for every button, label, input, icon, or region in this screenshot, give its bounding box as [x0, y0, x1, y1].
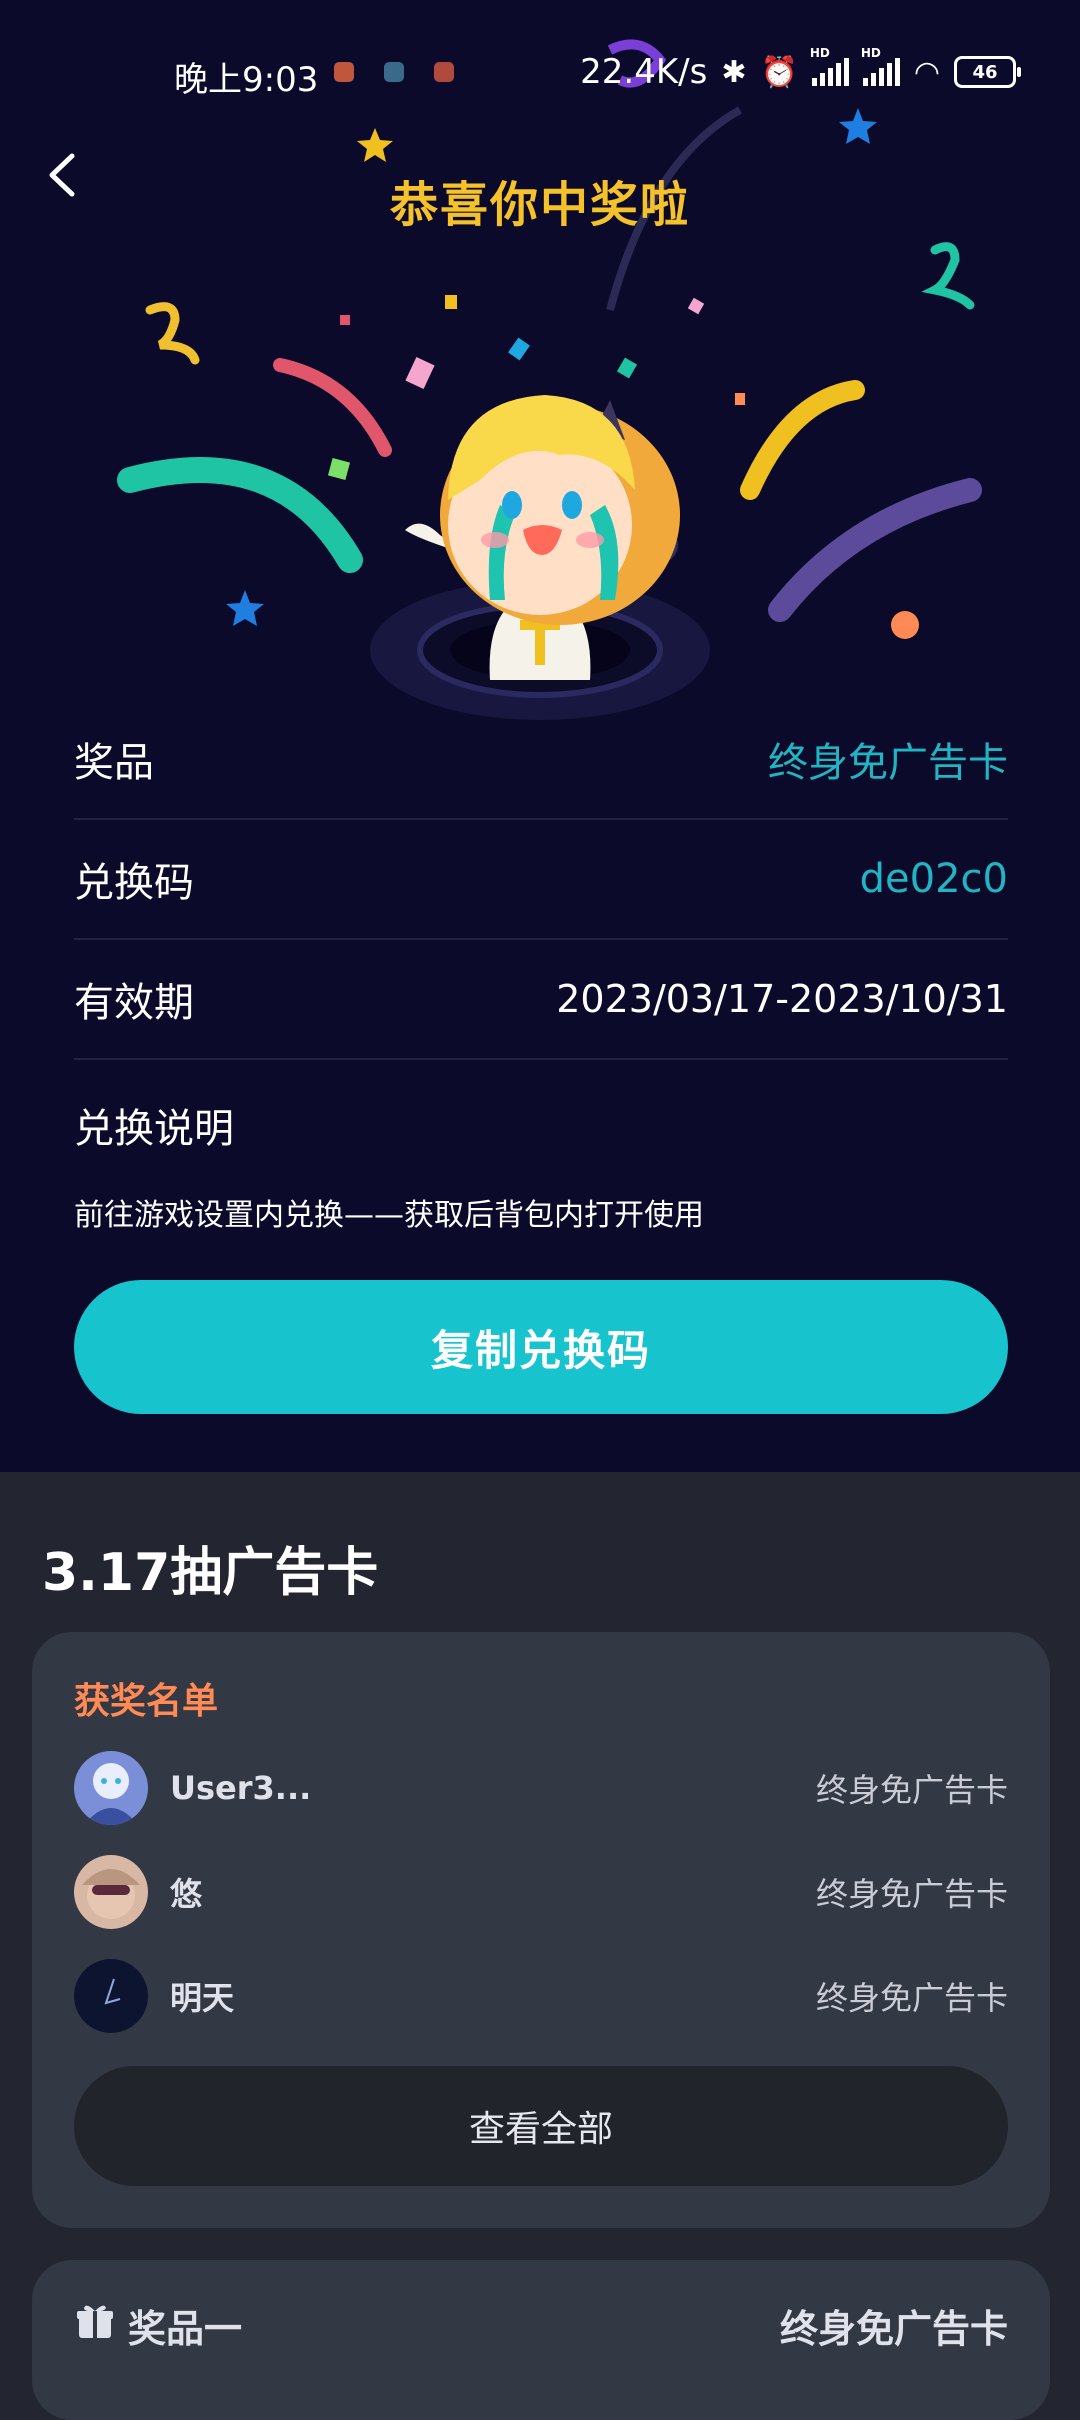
winner-row: User3... 终身免广告卡 [74, 1750, 1008, 1826]
prize-value: 终身免广告卡 [768, 740, 1008, 786]
winner-row: 悠 终身免广告卡 [74, 1854, 1008, 1930]
winner-prize: 终身免广告卡 [815, 1875, 1008, 1913]
prize-info-list: 奖品 终身免广告卡 兑换码 de02c0 有效期 2023/03/17-2023… [74, 700, 1008, 1234]
battery-icon: 46 [954, 56, 1021, 88]
redeem-code-value[interactable]: de02c0 [860, 856, 1008, 902]
app-notification-icon [334, 62, 354, 82]
instructions-text: 前往游戏设置内兑换——获取后背包内打开使用 [74, 1198, 704, 1233]
network-speed: 22.4K/s [580, 52, 708, 92]
winner-name: 明天 [170, 1979, 235, 2017]
winner-name: 悠 [170, 1875, 203, 1913]
page-title: 恭喜你中奖啦 [389, 177, 690, 233]
status-bar: 晚上9:03 22.4K/s ✱ ⏰ HD HD ◠ 46 [0, 0, 1080, 140]
winner-row: 明天 终身免广告卡 [74, 1958, 1008, 2034]
bluetooth-icon: ✱ [721, 54, 747, 90]
gift-icon [77, 2305, 113, 2338]
redeem-code-row: 兑换码 de02c0 [74, 820, 1008, 940]
avatar [74, 1959, 148, 2033]
wifi-icon: ◠ [913, 54, 940, 90]
prize-card[interactable]: 奖品一 终身免广告卡 [32, 2260, 1050, 2420]
app-notification-icon [384, 62, 404, 82]
avatar [74, 1751, 148, 1825]
alarm-icon: ⏰ [760, 54, 798, 90]
signal-icon: HD [810, 46, 849, 86]
prize-card-title: 奖品一 [128, 2307, 243, 2351]
view-all-button[interactable]: 查看全部 [74, 2066, 1008, 2186]
instructions-label: 兑换说明 [74, 1106, 234, 1152]
prize-row: 奖品 终身免广告卡 [74, 700, 1008, 820]
prize-label: 奖品 [74, 740, 154, 786]
status-time: 晚上9:03 [174, 60, 319, 100]
winner-name: User3... [170, 1769, 312, 1807]
validity-value: 2023/03/17-2023/10/31 [556, 977, 1008, 1021]
winners-card: 获奖名单 User3... 终身免广告卡 悠 终身免广告卡 明天 终身免广告卡 … [32, 1632, 1050, 2228]
event-title: 3.17抽广告卡 [42, 1543, 379, 1603]
winners-label: 获奖名单 [74, 1681, 219, 1722]
avatar [74, 1855, 148, 1929]
winner-prize: 终身免广告卡 [815, 1771, 1008, 1809]
signal-icon: HD [861, 46, 900, 86]
copy-code-button[interactable]: 复制兑换码 [74, 1280, 1008, 1414]
prize-card-prize: 终身免广告卡 [779, 2307, 1008, 2351]
notification-icons [334, 62, 454, 82]
redeem-code-label: 兑换码 [74, 860, 194, 906]
winner-prize: 终身免广告卡 [815, 1979, 1008, 2017]
prize-result-panel: 晚上9:03 22.4K/s ✱ ⏰ HD HD ◠ 46 恭喜你中奖啦 奖品 … [0, 0, 1080, 1472]
validity-label: 有效期 [74, 980, 194, 1026]
validity-row: 有效期 2023/03/17-2023/10/31 [74, 940, 1008, 1060]
app-notification-icon [434, 62, 454, 82]
